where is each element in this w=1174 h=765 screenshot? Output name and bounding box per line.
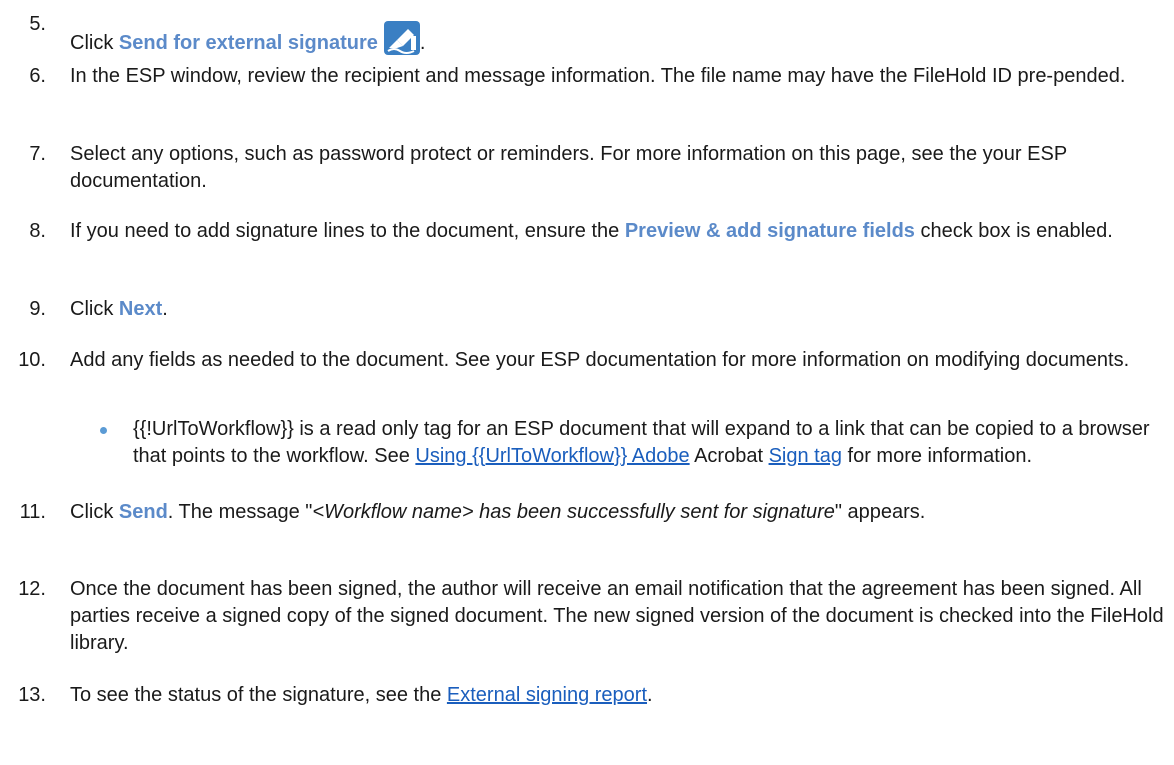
step-text-before: Click (70, 298, 119, 320)
step-number: 10. (18, 349, 46, 371)
step-number: 6. (29, 65, 46, 87)
ui-label-preview-add-signature-fields: Preview & add signature fields (624, 220, 915, 242)
workflow-message: <Workflow name> has been successfully se… (312, 501, 835, 523)
ui-label-send: Send (118, 501, 168, 523)
step-text-after: check box is enabled. (914, 220, 1113, 242)
step-text-before: Click (70, 32, 119, 54)
step-text: In the ESP window, review the recipient … (70, 65, 1126, 87)
ui-label-send-for-external-signature: Send for external signature (118, 32, 378, 54)
step-text-after: . (419, 32, 426, 54)
step-text: Once the document has been signed, the a… (70, 578, 1164, 654)
step-text: Select any options, such as password pro… (70, 143, 1067, 192)
step-text-mid: . The message " (167, 501, 313, 523)
ui-label-next: Next (118, 298, 163, 320)
bullet-text: {{!UrlToWorkflow}} is a read only tag fo… (133, 416, 1174, 470)
step-number: 9. (29, 298, 46, 320)
step-number: 8. (29, 220, 46, 242)
link-external-signing-report[interactable]: External signing report (447, 684, 647, 706)
link-sign-tag[interactable]: Sign tag (769, 445, 842, 467)
step-text-before: Click (70, 501, 119, 523)
step-text-after: " appears. (834, 501, 926, 523)
step-text-after: . (162, 298, 168, 320)
bullet-text-mid: Acrobat (689, 445, 769, 467)
step-number: 7. (29, 143, 46, 165)
step-text: Click Send. The message "<Workflow name>… (70, 499, 1174, 526)
step-text: Click Send for external signature . (70, 21, 1174, 57)
step-text-before: To see the status of the signature, see … (70, 684, 447, 706)
step-number: 5. (29, 13, 46, 35)
step-text: Add any fields as needed to the document… (70, 349, 1130, 371)
link-using-urltoworkflow[interactable]: Using {{UrlToWorkflow}} Adobe (415, 445, 689, 467)
step-number: 13. (18, 684, 46, 706)
step-number: 12. (18, 578, 46, 600)
send-for-signature-icon (383, 21, 420, 55)
step-text-before: If you need to add signature lines to th… (70, 220, 625, 242)
step-text-after: . (647, 684, 653, 706)
step-text: Click Next. (70, 296, 1174, 323)
bullet-text-after: for more information. (841, 445, 1033, 467)
step-text: To see the status of the signature, see … (70, 682, 1174, 709)
bullet-dot (100, 427, 107, 434)
step-number: 11. (19, 501, 46, 523)
step-text: If you need to add signature lines to th… (70, 218, 1174, 245)
